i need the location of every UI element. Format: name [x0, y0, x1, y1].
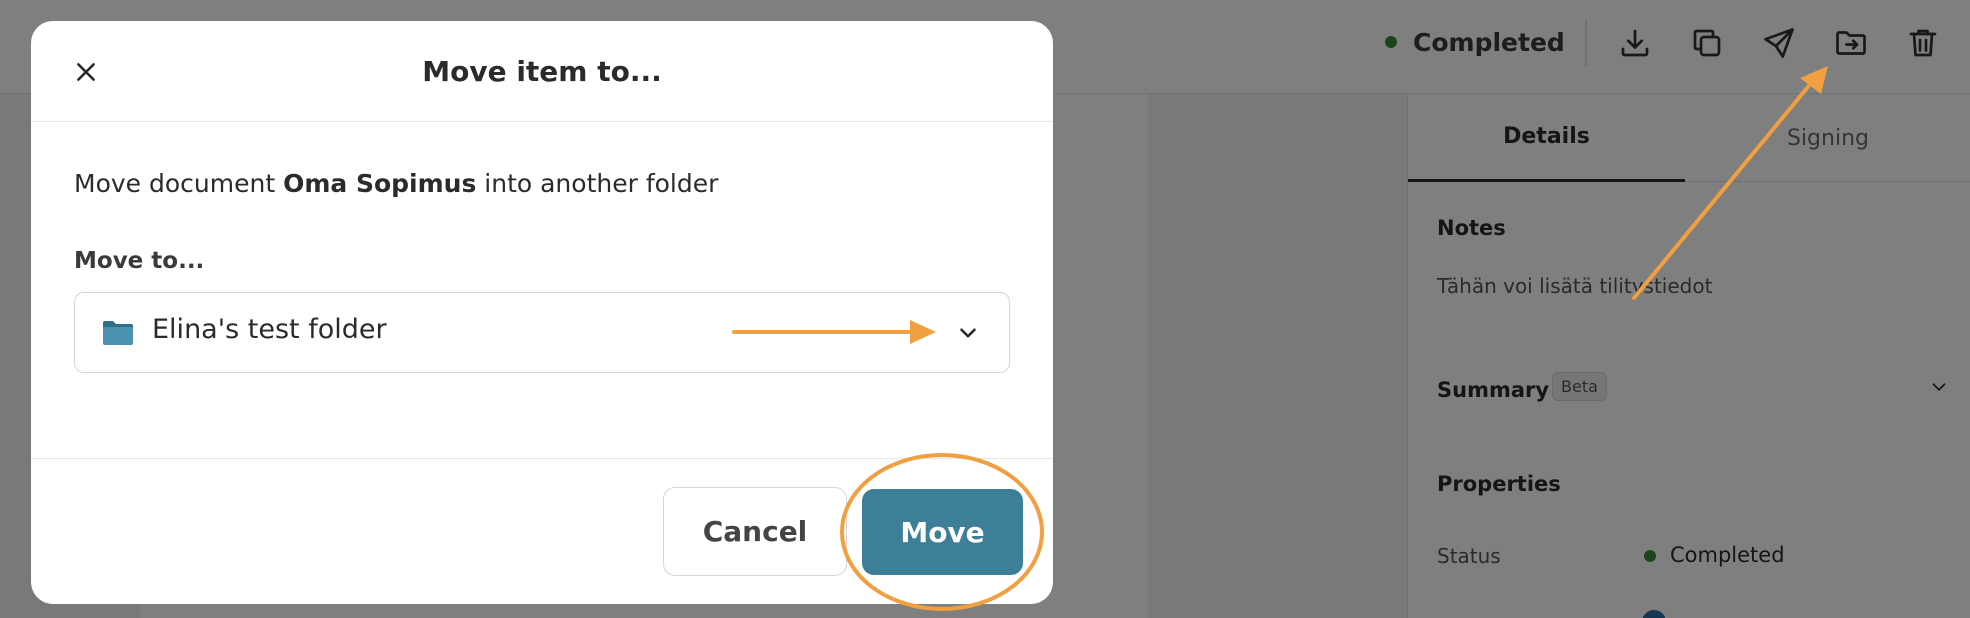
dialog-description: Move document Oma Sopimus into another f…	[74, 169, 718, 198]
description-prefix: Move document	[74, 169, 284, 198]
document-name: Oma Sopimus	[283, 169, 477, 198]
move-to-label: Move to...	[74, 248, 205, 274]
close-button[interactable]	[69, 55, 103, 89]
dialog-title: Move item to...	[422, 55, 662, 88]
description-suffix: into another folder	[476, 169, 719, 198]
selected-folder: Elina's test folder	[152, 314, 387, 345]
close-icon	[77, 63, 95, 81]
move-item-dialog: Move item to... Move document Oma Sopimu…	[31, 21, 1053, 604]
dialog-header: Move item to...	[31, 21, 1053, 122]
folder-select[interactable]: Elina's test folder	[74, 292, 1010, 373]
chevron-down-icon[interactable]	[955, 320, 981, 346]
move-button[interactable]: Move	[862, 489, 1023, 575]
folder-icon	[103, 321, 133, 345]
cancel-button[interactable]: Cancel	[663, 487, 847, 576]
